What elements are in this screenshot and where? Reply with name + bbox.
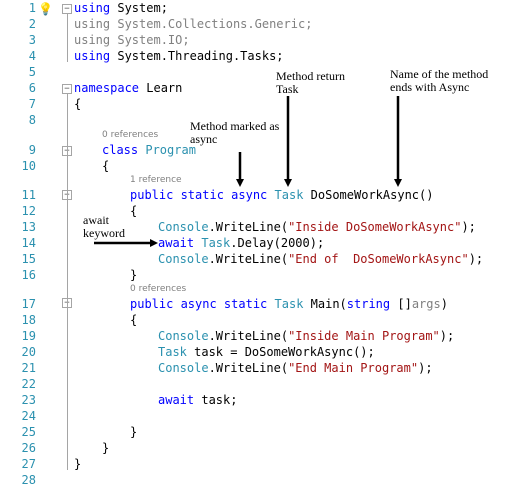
annotation-arrows (94, 96, 402, 247)
code-editor[interactable]: 1 2 3 4 5 6 7 8 9 10 11 12 13 14 15 16 17 18 19 20 21 22 23 24 2… (0, 0, 518, 487)
